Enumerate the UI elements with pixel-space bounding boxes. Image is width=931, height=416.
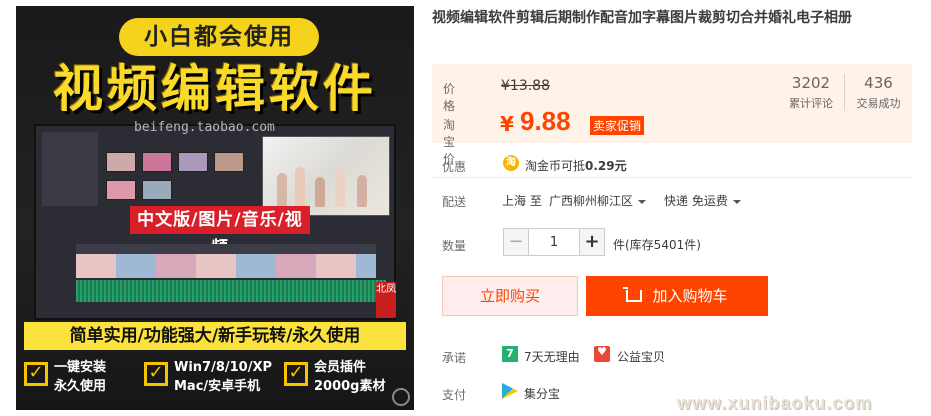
feature-line: 永久使用: [54, 379, 107, 394]
image-seal: 北凤: [376, 282, 396, 318]
reviews-label: 累计评论: [789, 97, 833, 110]
discount-text-prefix: 淘金币可抵: [525, 159, 586, 173]
image-red-strip: 中文版/图片/音乐/视频: [130, 206, 310, 258]
stock-info: 件(库存5401件): [613, 238, 701, 252]
feature-text: 一键安装 永久使用: [54, 358, 106, 396]
thumbnail: [178, 152, 208, 172]
discount-label: 优惠: [442, 160, 467, 174]
feature-text: Win7/8/10/XP Mac/安卓手机: [174, 358, 272, 396]
buy-now-button[interactable]: 立即购买: [442, 276, 578, 316]
quantity-row: 数量 − + 件(库存5401件): [432, 226, 912, 260]
image-title: 视频编辑软件: [53, 60, 377, 118]
quantity-increase-button[interactable]: +: [579, 228, 605, 256]
feature-text: 会员插件 2000g素材: [314, 358, 386, 396]
thumbnail: [106, 152, 136, 172]
quantity-decrease-button[interactable]: −: [503, 228, 529, 256]
image-feature-2: ✓ Win7/8/10/XP Mac/安卓手机: [144, 356, 272, 400]
editor-audio-wave: [76, 280, 386, 302]
preview-figure: [335, 169, 345, 207]
charity-heart-icon: [594, 345, 610, 362]
chevron-down-icon: [732, 199, 741, 204]
discount-text: 淘金币可抵0.29元: [525, 157, 627, 174]
preview-figure: [277, 173, 287, 207]
sales-count: 436: [864, 74, 893, 92]
price-box: 价格 ¥13.88 淘宝价 ¥ 9.88 卖家促销 3202 累计评论 436 …: [432, 64, 912, 166]
editor-library-panel: [42, 132, 98, 206]
quantity-input[interactable]: [529, 228, 579, 256]
editor-preview-window: [262, 136, 390, 216]
preview-figure: [357, 175, 367, 207]
discount-amount: 0.29元: [585, 159, 627, 173]
thumbnail: [214, 152, 244, 172]
shipping-row: 配送 上海 至 广西柳州柳江区 快递 免运费: [432, 188, 912, 216]
discount-row: 优惠 淘 淘金币可抵0.29元: [432, 146, 912, 178]
preview-figure: [295, 167, 305, 207]
checkmark-icon: ✓: [144, 362, 168, 386]
currency-symbol: ¥: [500, 112, 514, 136]
shipping-destination-select[interactable]: 广西柳州柳江区: [549, 192, 647, 209]
shipping-method: 快递 免运费: [664, 194, 728, 208]
shipping-destination: 广西柳州柳江区: [549, 194, 634, 208]
thumbnail: [106, 180, 136, 200]
original-price-label: 价格: [443, 82, 456, 113]
image-watermark: beifeng.taobao.com: [134, 120, 275, 135]
cart-icon: [623, 287, 643, 302]
thumbnail: [142, 180, 172, 200]
taojinbi-coin-icon: 淘: [503, 155, 519, 171]
seven-day-return-icon: 7: [502, 346, 518, 362]
add-to-cart-label: 加入购物车: [652, 287, 728, 305]
feature-line: 会员插件: [314, 360, 367, 375]
promise-label: 承诺: [442, 351, 467, 365]
image-top-banner: 小白都会使用: [119, 18, 319, 56]
image-yellow-band: 简单实用/功能强大/新手玩转/永久使用: [24, 322, 406, 350]
sales-label: 交易成功: [856, 97, 901, 110]
payment-method: 集分宝: [524, 387, 561, 401]
shipping-from: 上海 至: [502, 194, 542, 208]
image-feature-1: ✓ 一键安装 永久使用: [24, 356, 134, 400]
promise-row: 承诺 7 7天无理由 公益宝贝: [432, 345, 912, 366]
current-price: 9.88: [520, 106, 571, 136]
checkmark-icon: ✓: [284, 362, 308, 386]
product-title: 视频编辑软件剪辑后期制作配音加字幕图片裁剪切合并婚礼电子相册: [432, 10, 852, 26]
quantity-label: 数量: [442, 239, 467, 253]
feature-line: Mac/安卓手机: [174, 379, 261, 394]
product-main-image[interactable]: 小白都会使用 视频编辑软件 中文版/图片/音乐/视频 北凤 beifeng.ta…: [16, 6, 414, 410]
original-price: ¥13.88: [501, 78, 550, 94]
charity-link[interactable]: 公益宝贝: [617, 348, 665, 365]
return-policy-link[interactable]: 7天无理由: [524, 348, 580, 365]
feature-line: 一键安装: [54, 360, 107, 375]
jifenbao-icon: [502, 383, 518, 399]
site-watermark: www.xunibaoku.com: [677, 393, 873, 413]
chevron-down-icon: [638, 199, 647, 204]
shipping-method-select[interactable]: 快递 免运费: [664, 192, 741, 209]
editor-thumbnails: [106, 152, 256, 206]
sales-stat: 436 交易成功: [844, 74, 912, 111]
feature-line: Win7/8/10/XP: [174, 360, 273, 375]
checkmark-icon: ✓: [24, 362, 48, 386]
payment-label: 支付: [442, 388, 467, 402]
promo-tag: 卖家促销: [590, 116, 645, 135]
thumbnail: [142, 152, 172, 172]
editor-screenshot: 中文版/图片/音乐/视频 北凤: [34, 124, 396, 320]
add-to-cart-button[interactable]: 加入购物车: [586, 276, 768, 316]
image-feature-3: ✓ 会员插件 2000g素材: [284, 356, 404, 400]
zoom-icon[interactable]: [392, 388, 410, 406]
editor-video-track: [76, 254, 376, 278]
reviews-stat[interactable]: 3202 累计评论: [780, 74, 842, 111]
reviews-count: 3202: [791, 74, 831, 92]
feature-line: 2000g素材: [314, 379, 386, 394]
shipping-label: 配送: [442, 195, 467, 209]
preview-figure: [315, 177, 325, 207]
